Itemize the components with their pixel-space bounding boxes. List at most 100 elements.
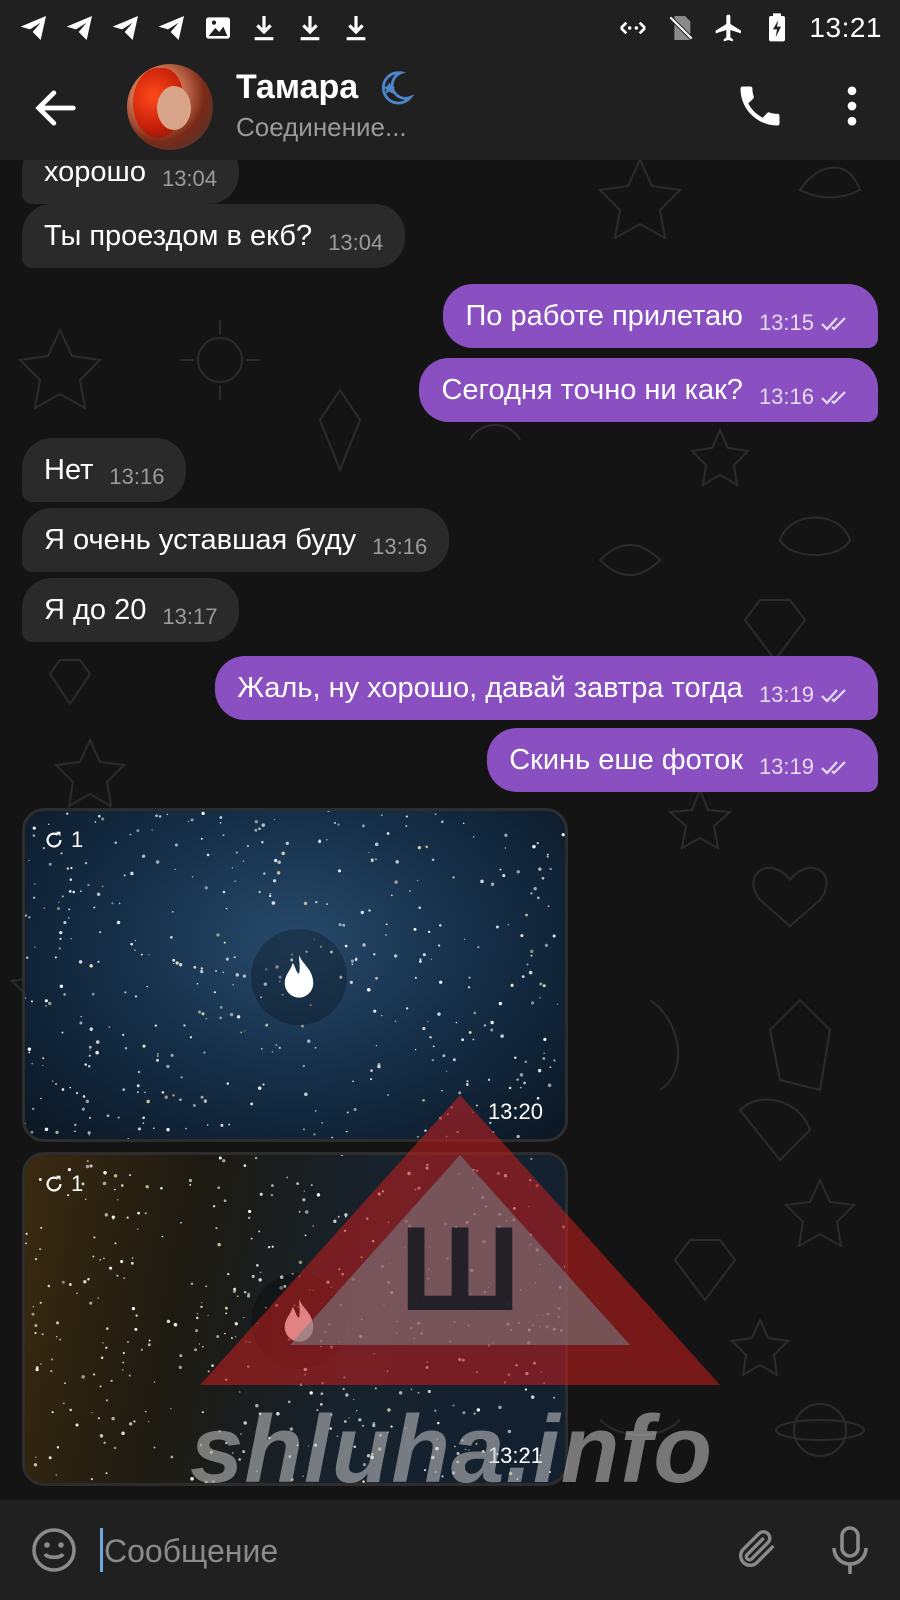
back-arrow-icon[interactable] [30,82,82,134]
star-dot [170,1407,172,1410]
star-dot [540,1370,543,1373]
star-dot [136,1228,139,1230]
phone-call-icon[interactable] [734,80,786,132]
star-dot [539,1326,541,1328]
star-dot [233,956,236,959]
message-bubble-incoming[interactable]: Я очень уставшая буду 13:16 [22,508,450,572]
star-dot [373,953,376,956]
star-dot [536,896,540,900]
star-dot [313,1133,316,1136]
star-dot [205,1017,208,1020]
microphone-icon[interactable] [830,1524,870,1576]
contact-name[interactable]: Тамара [236,68,358,107]
message-text: Скинь еше фоток [509,743,743,776]
star-dot [34,883,36,885]
star-dot [405,825,408,827]
star-dot [30,1130,34,1134]
more-options-icon[interactable] [826,80,878,132]
star-dot [28,859,30,862]
fire-icon[interactable] [251,1273,347,1369]
star-dot [519,1086,522,1089]
star-dot [28,1051,31,1054]
star-dot [117,1199,119,1201]
message-bubble-incoming[interactable]: Нет 13:16 [22,438,187,502]
star-dot [155,814,158,818]
telegram-notification-icon [20,16,46,40]
star-dot [137,1211,141,1215]
star-dot [498,1212,502,1216]
star-dot [232,984,234,986]
self-destruct-photo[interactable]: 1 13:20 [22,808,568,1142]
star-dot [225,907,228,910]
star-dot [542,1057,546,1060]
star-dot [48,1456,52,1460]
star-dot [127,1137,129,1139]
star-dot [111,1215,116,1219]
emoji-icon[interactable] [30,1526,78,1574]
star-dot [219,1006,223,1009]
star-dot [482,1239,486,1244]
star-dot [207,1370,210,1373]
star-dot [305,1210,309,1214]
star-dot [148,1339,151,1342]
star-dot [432,1045,435,1048]
avatar[interactable] [127,64,213,150]
star-dot [387,1280,391,1285]
star-dot [296,1182,299,1185]
star-dot [498,1001,503,1006]
star-dot [82,1095,86,1098]
star-dot [453,1320,456,1324]
star-dot [88,1065,91,1068]
star-dot [126,1216,129,1219]
star-dot [507,1302,511,1306]
star-dot [63,993,66,996]
star-dot [475,1104,478,1107]
star-dot [136,1084,140,1088]
star-dot [48,823,50,825]
star-dot [142,1044,146,1048]
message-bubble-incoming[interactable]: Ты проездом в екб? 13:04 [22,204,406,268]
message-bubble-outgoing[interactable]: Скинь еше фоток 13:19 [487,728,878,792]
message-bubble-outgoing[interactable]: Сегодня точно ни как? 13:16 [419,358,878,422]
star-dot [495,925,499,929]
star-dot [32,1306,35,1308]
star-dot [47,1284,51,1288]
star-dot [200,837,203,840]
star-dot [69,1408,72,1412]
star-dot [422,1098,425,1102]
star-dot [194,1348,197,1352]
message-bubble-outgoing[interactable]: По работе прилетаю 13:15 [443,284,878,348]
star-dot [134,939,137,942]
star-dot [234,1335,237,1338]
star-dot [129,1422,133,1426]
star-dot [467,1324,470,1327]
fire-icon[interactable] [251,929,347,1025]
message-input[interactable] [102,1526,706,1576]
star-dot [263,872,266,875]
star-dot [243,1316,245,1319]
star-dot [545,1325,549,1329]
view-count-value: 1 [71,827,84,852]
star-dot [496,1171,501,1176]
star-dot [381,1015,383,1017]
star-dot [337,823,340,826]
star-dot [338,1268,341,1271]
star-dot [304,1092,308,1097]
star-dot [303,1373,307,1376]
star-dot [281,851,285,856]
star-dot [377,1192,381,1196]
star-dot [526,1341,531,1345]
message-bubble-incoming[interactable]: Я до 20 13:17 [22,578,240,642]
star-dot [242,860,245,862]
star-dot [144,1091,146,1094]
paperclip-attach-icon[interactable] [734,1526,780,1572]
message-bubble-outgoing[interactable]: Жаль, ну хорошо, давай завтра тогда 13:1… [215,656,878,720]
message-text: хорошо [44,155,146,188]
fire-icon [284,954,314,998]
timer-refresh-icon [46,831,62,848]
star-dot [140,1348,144,1351]
star-dot [236,1295,239,1298]
star-dot [445,1070,448,1072]
star-dot [198,1343,201,1345]
star-dot [386,1370,389,1373]
